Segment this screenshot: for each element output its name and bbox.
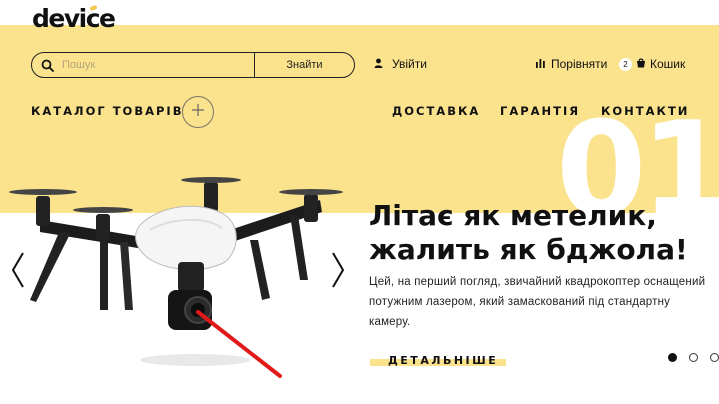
cart-count-badge: 2 xyxy=(619,57,632,71)
more-details-button[interactable]: ДЕТАЛЬНІШЕ xyxy=(388,354,498,367)
slide-dot-1[interactable] xyxy=(668,353,677,362)
cart-icon xyxy=(636,57,646,71)
login-label: Увійти xyxy=(392,57,427,71)
slider-next-button[interactable] xyxy=(330,250,346,290)
search-input[interactable] xyxy=(62,53,254,77)
slide-dot-3[interactable] xyxy=(710,353,719,362)
slide-description: Цей, на перший погляд, звичайний квадрок… xyxy=(369,276,706,328)
slide-headline-line-2: жалить як бджола! xyxy=(369,233,688,266)
cart-link[interactable]: 2 Кошик xyxy=(619,57,685,71)
arrow-left-icon xyxy=(10,252,26,294)
nav-delivery-link[interactable]: ДОСТАВКА xyxy=(392,104,480,118)
slider-prev-button[interactable] xyxy=(10,250,26,290)
search-bar: Знайти xyxy=(31,52,355,78)
cart-label: Кошик xyxy=(650,57,686,71)
plus-icon xyxy=(192,103,204,121)
arrow-right-icon xyxy=(330,252,346,294)
search-icon xyxy=(32,53,62,77)
slide-headline-line-1: Літає як метелик, xyxy=(369,199,657,232)
slider-pagination xyxy=(668,353,719,362)
catalog-expand-button[interactable] xyxy=(182,96,214,128)
slide-headline: Літає як метелик, жалить як бджола! xyxy=(369,199,709,267)
login-link[interactable]: Увійти xyxy=(374,57,427,71)
search-submit-button[interactable]: Знайти xyxy=(254,53,354,77)
site-logo[interactable]: device xyxy=(32,4,116,33)
compare-icon xyxy=(536,57,545,71)
drone-image xyxy=(9,177,343,378)
nav-catalog-link[interactable]: КАТАЛОГ ТОВАРІВ xyxy=(31,104,183,118)
slide-dot-2[interactable] xyxy=(689,353,698,362)
user-icon xyxy=(374,57,383,71)
compare-label: Порівняти xyxy=(551,57,608,71)
compare-link[interactable]: Порівняти xyxy=(536,57,607,71)
